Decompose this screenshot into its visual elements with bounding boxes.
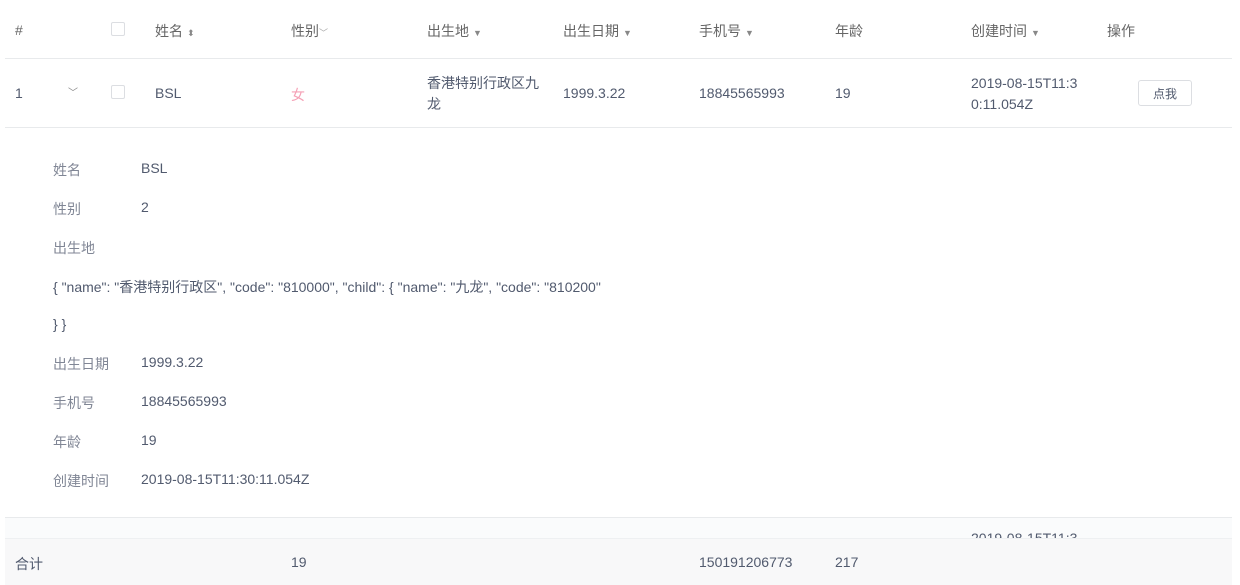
sort-icon[interactable]: ⬍	[187, 28, 195, 38]
header-created-label: 创建时间	[971, 23, 1027, 39]
header-birthplace-label: 出生地	[427, 23, 469, 39]
row-birthdate: 1999.3.22	[563, 85, 625, 101]
detail-name-label: 姓名	[53, 160, 81, 180]
detail-birthdate: 1999.3.22	[141, 354, 203, 370]
summary-row: 合计 19 150191206773 217	[5, 538, 1232, 585]
detail-name: BSL	[141, 160, 167, 176]
summary-label: 合计	[15, 554, 43, 574]
row-birthplace: 香港特别行政区九龙	[427, 73, 539, 115]
detail-gender-label: 性别	[53, 199, 81, 219]
detail-phone-label: 手机号	[53, 393, 95, 413]
header-action: 操作	[1107, 21, 1135, 41]
detail-birthdate-label: 出生日期	[53, 354, 109, 374]
header-created[interactable]: 创建时间 ▼	[971, 21, 1040, 41]
header-birthdate[interactable]: 出生日期 ▼	[563, 21, 632, 41]
detail-age: 19	[141, 432, 157, 448]
header-phone-label: 手机号	[699, 23, 741, 39]
row-age: 19	[835, 85, 851, 101]
expand-chevron-icon[interactable]: ﹀	[68, 84, 78, 99]
summary-phone: 150191206773	[699, 554, 792, 570]
summary-age: 217	[835, 554, 858, 570]
filter-icon[interactable]: ▼	[473, 28, 482, 38]
filter-icon[interactable]: ▼	[623, 28, 632, 38]
detail-birthplace-json: { "name": "香港特别行政区", "code": "810000", "…	[53, 277, 601, 297]
detail-created: 2019-08-15T11:30:11.054Z	[141, 471, 309, 487]
chevron-down-icon[interactable]: ﹀	[319, 28, 328, 38]
summary-gender: 19	[291, 554, 307, 570]
row-created-partial: 2019-08-15T11:3	[971, 530, 1077, 538]
header-phone[interactable]: 手机号 ▼	[699, 21, 754, 41]
header-birthplace[interactable]: 出生地 ▼	[427, 21, 482, 41]
header-gender[interactable]: 性别﹀	[291, 21, 328, 41]
header-gender-label: 性别	[291, 23, 319, 39]
row-created: 2019-08-15T11:30:11.054Z	[971, 73, 1083, 115]
select-all-checkbox[interactable]	[111, 22, 125, 36]
filter-icon[interactable]: ▼	[745, 28, 754, 38]
table-row-partial: 2019-08-15T11:3	[5, 518, 1232, 538]
row-name: BSL	[155, 85, 181, 101]
row-phone: 18845565993	[699, 85, 785, 101]
divider	[5, 127, 1232, 128]
detail-gender: 2	[141, 199, 149, 215]
click-me-button[interactable]: 点我	[1138, 80, 1192, 106]
detail-phone: 18845565993	[141, 393, 227, 409]
detail-birthplace-json-end: } }	[53, 316, 66, 332]
header-index: #	[15, 22, 23, 38]
divider	[5, 58, 1232, 59]
header-name[interactable]: 姓名 ⬍	[155, 21, 195, 41]
row-index: 1	[15, 85, 23, 101]
header-age: 年龄	[835, 21, 863, 41]
detail-birthplace-label: 出生地	[53, 238, 95, 258]
detail-age-label: 年龄	[53, 432, 81, 452]
filter-icon[interactable]: ▼	[1031, 28, 1040, 38]
header-birthdate-label: 出生日期	[563, 23, 619, 39]
row-gender: 女	[291, 85, 305, 105]
row-checkbox[interactable]	[111, 85, 125, 99]
detail-created-label: 创建时间	[53, 471, 109, 491]
header-name-label: 姓名	[155, 23, 183, 39]
